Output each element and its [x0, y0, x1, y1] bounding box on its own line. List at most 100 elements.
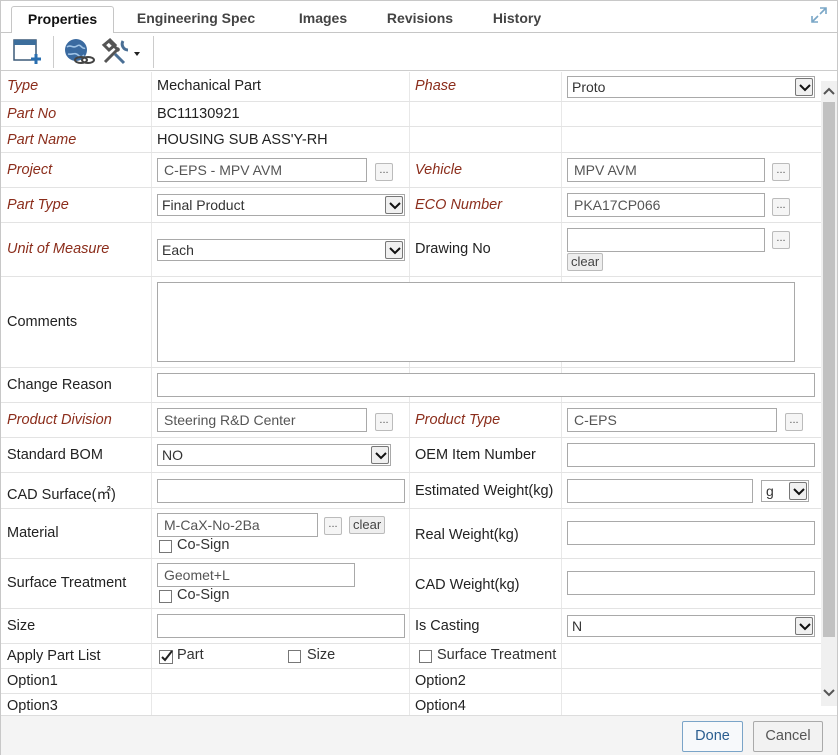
comments-label: Comments — [7, 314, 78, 330]
surface-treatment-field[interactable]: Geomet+L — [157, 563, 355, 587]
real-weight-label: Real Weight(kg) — [415, 527, 519, 543]
new-window-icon[interactable] — [11, 37, 43, 67]
row-part-no: Part No BC11130921 — [1, 102, 821, 127]
row-part-type: Part Type Final Product ECO Number PKA17… — [1, 188, 821, 223]
row-option3: Option3 Option4 — [1, 694, 821, 716]
toolbar-divider — [53, 36, 54, 68]
row-surface-treatment: Surface Treatment Geomet+L Co-Sign CAD W… — [1, 559, 821, 609]
option1-label: Option1 — [7, 673, 58, 689]
tab-bar: Properties Engineering Spec Images Revis… — [1, 1, 837, 34]
row-apply-part-list: Apply Part List Part Size Surface Treatm… — [1, 644, 821, 669]
weight-unit-select[interactable]: g — [761, 480, 809, 502]
type-value: Mechanical Part — [157, 78, 261, 94]
material-lookup-button[interactable]: ... — [324, 517, 342, 535]
apl-size-label: Size — [307, 647, 336, 663]
scrollbar-thumb[interactable] — [823, 102, 835, 637]
tab-revisions[interactable]: Revisions — [373, 6, 467, 33]
drawing-clear-button[interactable]: clear — [567, 253, 604, 271]
scroll-down-icon[interactable] — [823, 688, 835, 698]
scroll-up-icon[interactable] — [823, 86, 835, 96]
is-casting-label: Is Casting — [415, 618, 480, 634]
tab-properties[interactable]: Properties — [11, 6, 114, 34]
row-part-name: Part Name HOUSING SUB ASS'Y-RH — [1, 127, 821, 153]
product-type-field[interactable]: C-EPS — [567, 408, 777, 432]
cad-surface-field[interactable] — [157, 479, 405, 503]
row-project: Project C-EPS - MPV AVM ... Vehicle MPV … — [1, 153, 821, 188]
drawing-lookup-button[interactable]: ... — [772, 231, 790, 249]
part-type-label: Part Type — [7, 197, 69, 213]
globe-link-icon[interactable] — [61, 37, 95, 67]
apl-part-checkbox[interactable] — [159, 650, 175, 666]
estimated-weight-label: Estimated Weight(kg) — [415, 483, 554, 499]
eco-lookup-button[interactable]: ... — [772, 198, 790, 216]
row-material: Material M-CaX-No-2Ba ... clear Co-Sign … — [1, 509, 821, 559]
dialog-footer: Done Cancel — [1, 715, 837, 755]
product-type-lookup-button[interactable]: ... — [785, 413, 803, 431]
material-cosign-label: Co-Sign — [177, 537, 230, 553]
vehicle-label: Vehicle — [415, 162, 463, 178]
tab-history[interactable]: History — [479, 6, 555, 33]
part-type-select[interactable]: Final Product — [157, 194, 405, 216]
drawing-no-label: Drawing No — [415, 241, 491, 257]
part-no-label: Part No — [7, 106, 57, 122]
cad-weight-label: CAD Weight(kg) — [415, 577, 520, 593]
vehicle-lookup-button[interactable]: ... — [772, 163, 790, 181]
surface-cosign-checkbox[interactable] — [159, 590, 172, 603]
option2-label: Option2 — [415, 673, 466, 689]
done-button[interactable]: Done — [682, 721, 743, 752]
cad-weight-field[interactable] — [567, 571, 815, 595]
row-change-reason: Change Reason — [1, 368, 821, 403]
option3-label: Option3 — [7, 698, 58, 714]
eco-number-label: ECO Number — [415, 197, 503, 213]
phase-select[interactable]: Proto — [567, 76, 815, 98]
oem-item-number-label: OEM Item Number — [415, 447, 536, 463]
expand-icon[interactable] — [811, 7, 827, 23]
drawing-no-field[interactable] — [567, 228, 765, 252]
material-label: Material — [7, 525, 59, 541]
type-label: Type — [7, 78, 39, 94]
estimated-weight-field[interactable] — [567, 479, 753, 503]
apl-size-checkbox[interactable] — [288, 650, 301, 663]
toolbar-divider — [153, 36, 154, 68]
apl-surface-checkbox[interactable] — [419, 650, 432, 663]
product-division-field[interactable]: Steering R&D Center — [157, 408, 367, 432]
material-cosign-checkbox[interactable] — [159, 540, 172, 553]
product-division-lookup-button[interactable]: ... — [375, 413, 393, 431]
tab-engineering-spec[interactable]: Engineering Spec — [121, 6, 271, 33]
row-option1: Option1 Option2 — [1, 669, 821, 694]
is-casting-select[interactable]: N — [567, 615, 815, 637]
material-field[interactable]: M-CaX-No-2Ba — [157, 513, 318, 537]
row-cad-surface: CAD Surface(㎡) Estimated Weight(kg) g — [1, 473, 821, 509]
eco-number-field[interactable]: PKA17CP066 — [567, 193, 765, 217]
tools-menu-icon[interactable] — [101, 37, 143, 67]
standard-bom-select[interactable]: NO — [157, 444, 391, 466]
checkmark-icon — [159, 650, 173, 664]
part-name-value: HOUSING SUB ASS'Y-RH — [157, 132, 328, 148]
cad-surface-label: CAD Surface(㎡) — [7, 487, 116, 503]
apl-surface-label: Surface Treatment — [437, 647, 557, 663]
comments-textarea[interactable] — [157, 282, 795, 362]
change-reason-field[interactable] — [157, 373, 815, 397]
row-unit-of-measure: Unit of Measure Each Drawing No ... clea… — [1, 223, 821, 277]
unit-of-measure-select[interactable]: Each — [157, 239, 405, 261]
size-label: Size — [7, 618, 36, 634]
change-reason-label: Change Reason — [7, 377, 112, 393]
apl-part-label: Part — [177, 647, 204, 663]
vehicle-field[interactable]: MPV AVM — [567, 158, 765, 182]
part-name-label: Part Name — [7, 132, 77, 148]
surface-treatment-label: Surface Treatment — [7, 575, 127, 591]
standard-bom-label: Standard BOM — [7, 447, 103, 463]
properties-dialog: Properties Engineering Spec Images Revis… — [0, 0, 838, 755]
row-comments: Comments — [1, 277, 821, 368]
real-weight-field[interactable] — [567, 521, 815, 545]
cancel-button[interactable]: Cancel — [753, 721, 823, 752]
material-clear-button[interactable]: clear — [349, 516, 386, 534]
project-lookup-button[interactable]: ... — [375, 163, 393, 181]
toolbar — [1, 33, 837, 71]
project-field[interactable]: C-EPS - MPV AVM — [157, 158, 367, 182]
oem-item-number-field[interactable] — [567, 443, 815, 467]
size-field[interactable] — [157, 614, 405, 638]
row-type: Type Mechanical Part Phase Proto — [1, 72, 821, 102]
tab-images[interactable]: Images — [284, 6, 362, 33]
product-type-label: Product Type — [415, 412, 501, 428]
